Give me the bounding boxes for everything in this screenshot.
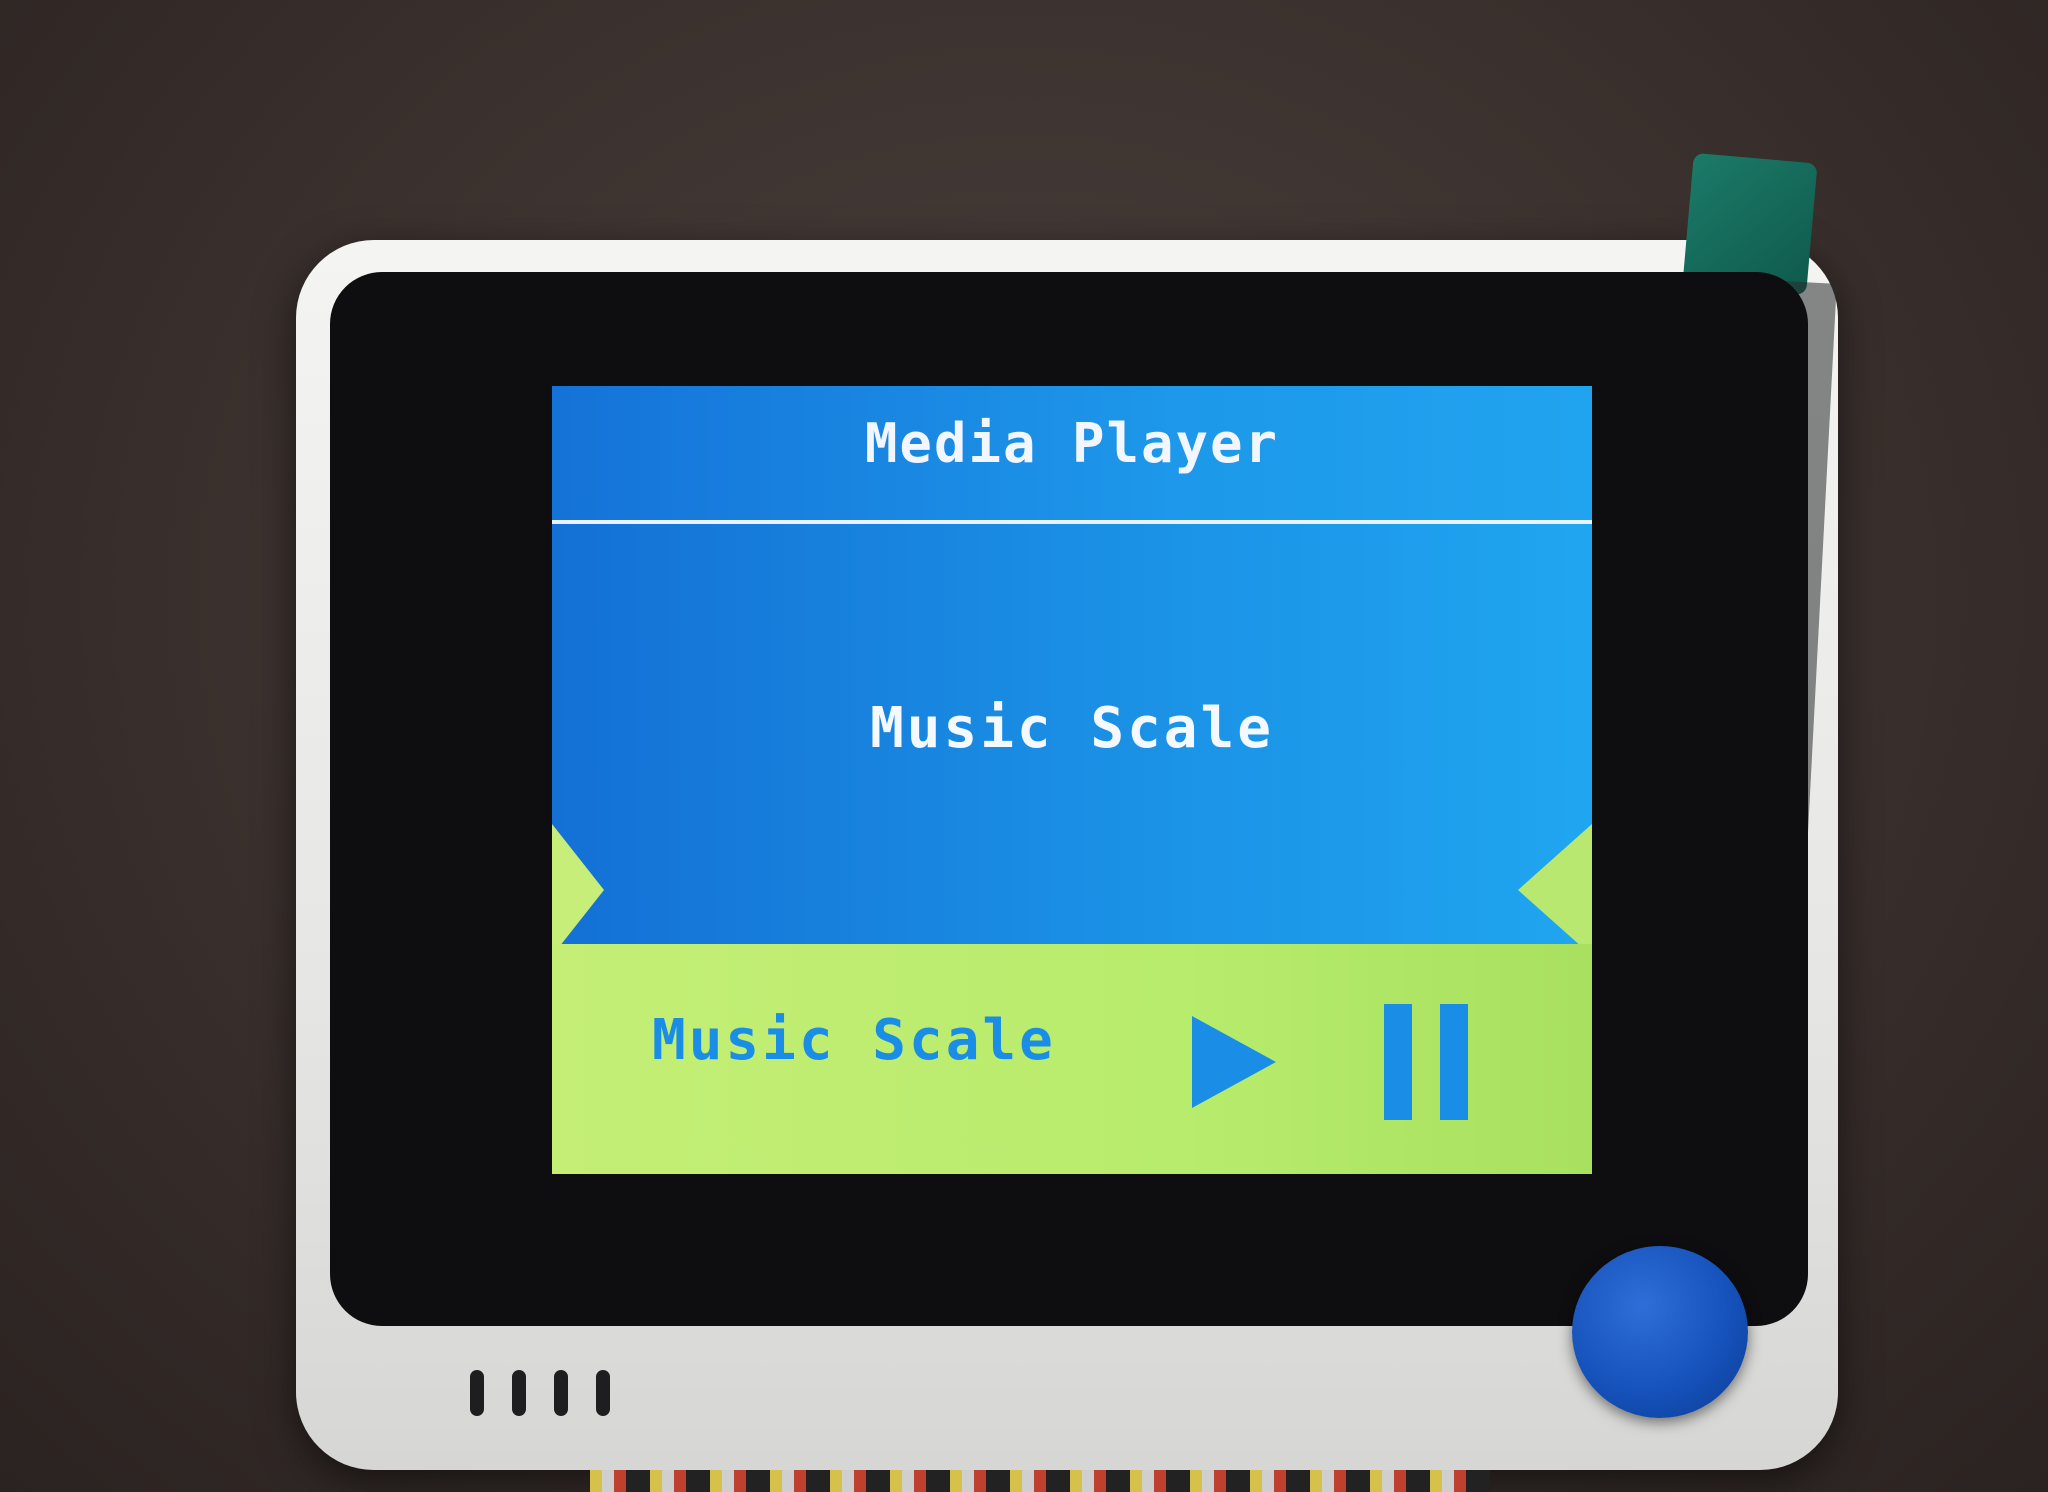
speaker-vents [470,1370,630,1430]
next-track-arrow-icon[interactable] [1518,824,1592,956]
carousel-current-item[interactable]: Music Scale [552,696,1592,761]
pause-bar-left [1384,1004,1412,1120]
header-bar: Media Player [552,386,1592,520]
now-playing-label: Music Scale [652,1008,1056,1073]
joystick-knob[interactable] [1572,1246,1748,1418]
previous-track-arrow-icon[interactable] [552,824,604,956]
play-icon[interactable] [1192,1016,1276,1108]
track-carousel: Music Scale [552,524,1592,956]
pause-icon[interactable] [1384,1004,1468,1120]
pause-bar-right [1440,1004,1468,1120]
media-player-screen: Media Player Music Scale Music Scale [552,386,1592,1174]
now-playing-bar: Music Scale [552,944,1592,1174]
page-title: Media Player [864,412,1280,475]
connector-cables [590,1470,1490,1492]
